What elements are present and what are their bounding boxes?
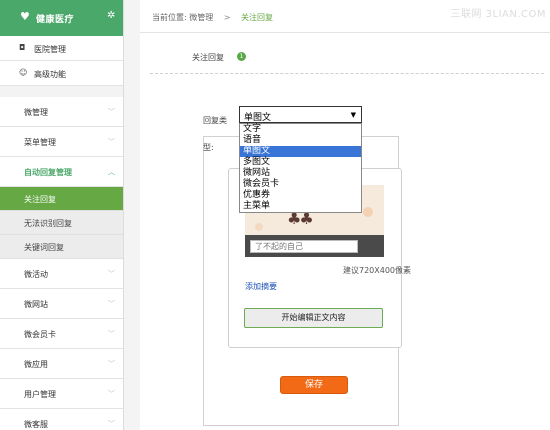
menu-group-label: 微活动 [24,270,48,279]
breadcrumb-section[interactable]: 微管理 [189,13,213,22]
sub-item-follow-reply[interactable]: 关注回复 [0,187,123,211]
menu-group-label: 自动回复管理 [24,168,72,177]
dropdown-option[interactable]: 语音 [240,135,361,146]
chevron-down-icon: ﹀ [108,108,115,116]
breadcrumb-separator: > [223,13,231,22]
dropdown-option[interactable]: 微会员卡 [240,179,361,190]
brand-title: 健康医疗 [36,15,75,25]
header-divider [140,32,550,33]
reply-type-label: 回复类 [203,116,227,125]
menu-group-website[interactable]: 微网站 ﹀ [0,289,123,319]
chevron-down-icon: ﹀ [108,330,115,338]
dashed-divider [150,73,544,74]
breadcrumb-current: 关注回复 [241,13,274,22]
sub-item-label: 无法识别回复 [24,219,72,228]
dropdown-option[interactable]: 主菜单 [240,201,361,212]
chevron-down-icon: ﹀ [108,420,115,428]
sidebar-item-label: 医院管理 [34,45,66,54]
select-value: 单图文 [244,113,272,123]
dropdown-option[interactable]: 优惠券 [240,190,361,201]
menu-group-menu-manage[interactable]: 菜单管理 ﹀ [0,127,123,157]
brand-header: ♥ 健康医疗 ✲ [0,0,123,36]
sidebar-spacer [0,86,123,97]
dropdown-option[interactable]: 文字 [240,124,361,135]
decor-dot [255,223,263,231]
edit-content-button[interactable]: 开始编辑正文内容 [244,308,383,328]
breadcrumb: 当前位置: 微管理 > 关注回复 [152,12,273,23]
main-panel: 当前位置: 微管理 > 关注回复 三联网 3LIAN.COM 关注回复 1 回复… [140,0,550,430]
decor-dot [363,207,373,217]
chevron-down-icon: ﹀ [108,138,115,146]
menu-group-activity[interactable]: 微活动 ﹀ [0,259,123,289]
sub-item-label: 关注回复 [24,195,56,204]
dropdown-arrow-icon: ▼ [350,111,356,119]
menu-group-auto-reply[interactable]: 自动回复管理 ︿ [0,157,123,187]
reply-type-label-suffix: 型: [203,143,214,152]
menu-group-wei-manage[interactable]: 微管理 ﹀ [0,97,123,127]
page-title: 关注回复 [192,53,224,62]
menu-group-label: 微会员卡 [24,330,56,339]
menu-group-label: 微应用 [24,360,48,369]
news-title-input[interactable] [250,240,358,253]
watermark: 三联网 3LIAN.COM [450,9,546,20]
menu-group-apps[interactable]: 微应用 ﹀ [0,349,123,379]
menu-group-label: 微管理 [24,108,48,117]
users-icon: ☺ [19,68,28,77]
sub-item-unrecognized-reply[interactable]: 无法识别回复 [0,211,123,235]
menu-group-label: 用户管理 [24,390,56,399]
chevron-down-icon: ﹀ [108,360,115,368]
gear-icon[interactable]: ✲ [107,11,115,21]
menu-group-users[interactable]: 用户管理 ﹀ [0,379,123,409]
help-badge[interactable]: 1 [237,52,246,61]
chevron-up-icon: ︿ [108,168,115,176]
add-summary-link[interactable]: 添加摘要 [245,281,277,292]
image-size-hint: 建议720X400像素 [343,266,412,275]
app-root: ♥ 健康医疗 ✲ ◘ 医院管理 ☺ 高级功能 微管理 ﹀ 菜单管理 ﹀ 自动回复… [0,0,550,430]
chevron-down-icon: ﹀ [108,300,115,308]
menu-group-member-card[interactable]: 微会员卡 ﹀ [0,319,123,349]
menu-group-label: 微客服 [24,420,48,429]
sub-item-label: 关键词回复 [24,243,64,252]
sidebar: ♥ 健康医疗 ✲ ◘ 医院管理 ☺ 高级功能 微管理 ﹀ 菜单管理 ﹀ 自动回复… [0,0,124,430]
sidebar-item-label: 高级功能 [34,70,66,79]
breadcrumb-prefix: 当前位置: [152,13,187,22]
chevron-down-icon: ﹀ [108,390,115,398]
menu-group-service[interactable]: 微客服 ﹀ [0,409,123,430]
reply-type-dropdown: 文字 语音 单图文 多图文 微网站 微会员卡 优惠券 主菜单 [239,123,362,213]
menu-group-label: 微网站 [24,300,48,309]
sub-item-keyword-reply[interactable]: 关键词回复 [0,235,123,259]
dropdown-option[interactable]: 多图文 [240,157,361,168]
sidebar-item-advanced[interactable]: ☺ 高级功能 [0,61,123,86]
reply-type-select[interactable]: 单图文 ▼ [239,106,362,123]
dropdown-option[interactable]: 微网站 [240,168,361,179]
chevron-down-icon: ﹀ [108,270,115,278]
dropdown-option-selected[interactable]: 单图文 [240,146,361,157]
menu-group-label: 菜单管理 [24,138,56,147]
sidebar-item-hospital[interactable]: ◘ 医院管理 [0,36,123,61]
save-button[interactable]: 保存 [280,376,348,394]
camera-icon: ◘ [19,43,26,52]
heart-icon: ♥ [20,10,30,23]
